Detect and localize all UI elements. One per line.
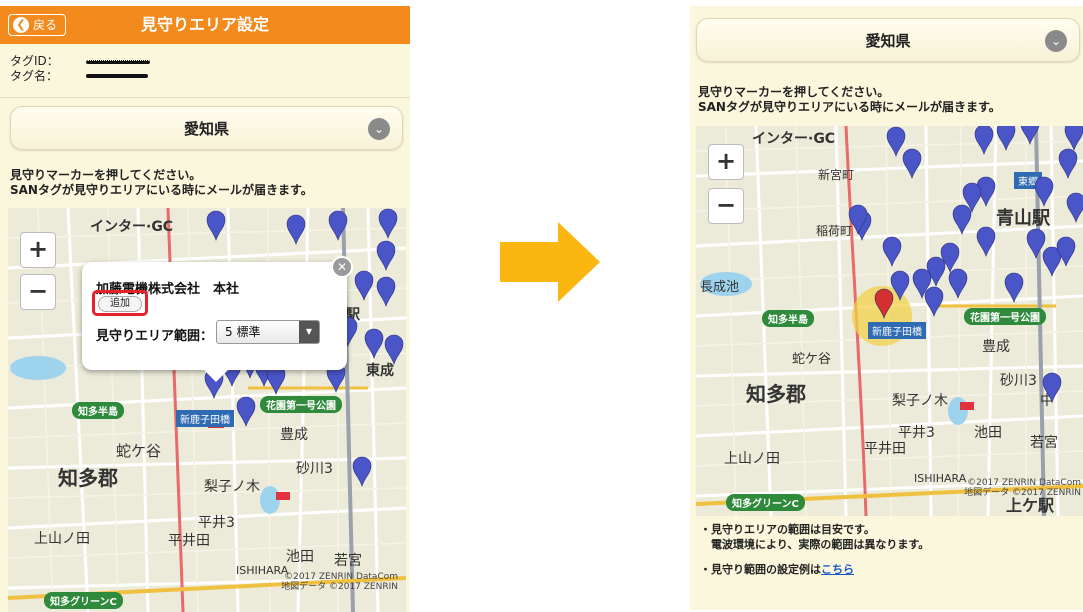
tag-id-redacted [86, 60, 150, 64]
dropdown-arrow-icon: ▼ [299, 321, 319, 343]
add-button[interactable]: 追加 [98, 296, 142, 312]
marker-pin[interactable] [384, 334, 404, 365]
marker-pin[interactable] [924, 286, 944, 317]
right-screen: 愛知県 ⌄ 見守りマーカーを押してください。 SANタグが見守りエリアにいる時に… [690, 6, 1083, 610]
marker-pin[interactable] [1004, 272, 1024, 303]
page-title: 見守りエリア設定 [140, 15, 269, 34]
marker-pin[interactable] [236, 396, 256, 427]
note-line-3: ・見守り範囲の設定例はこちら [700, 562, 929, 577]
marker-pin[interactable] [974, 126, 994, 155]
instruction-line-2: SANタグが見守りエリアにいる時にメールが届きます。 [698, 100, 1001, 114]
note-line-1: ・見守りエリアの範囲は目安です。 [700, 523, 875, 536]
marker-pin[interactable] [364, 328, 384, 359]
right-arrow-icon [500, 222, 600, 302]
instruction-line-1: 見守りマーカーを押してください。 [698, 85, 890, 99]
marker-pin[interactable] [1034, 176, 1054, 207]
close-icon[interactable]: ✕ [331, 256, 353, 278]
marker-pin[interactable] [996, 126, 1016, 151]
marker-pin[interactable] [902, 148, 922, 179]
marker-pin[interactable] [886, 126, 906, 157]
note-line-2: 電波環境により、実際の範囲は異なります。 [711, 538, 930, 551]
marker-pin[interactable] [206, 210, 226, 241]
examples-link[interactable]: こちら [821, 563, 854, 576]
marker-pin[interactable] [976, 226, 996, 257]
marker-pin[interactable] [352, 456, 372, 487]
instruction-line-1: 見守りマーカーを押してください。 [10, 168, 202, 182]
selected-marker-pin[interactable] [874, 288, 894, 319]
left-screen: ❮ 戻る 見守りエリア設定 タグID： タグ名： 愛知県 ⌄ 見守りマーカーを押… [0, 6, 410, 612]
header-bar: ❮ 戻る 見守りエリア設定 [0, 6, 410, 44]
note-line-3-prefix: ・見守り範囲の設定例は [700, 563, 821, 576]
tag-id-label: タグID： [10, 54, 59, 68]
tag-name-label: タグ名： [10, 69, 59, 83]
map-pins [848, 126, 1083, 403]
prefecture-value: 愛知県 [183, 120, 229, 138]
prefecture-select[interactable]: 愛知県 ⌄ [696, 18, 1080, 62]
instructions: 見守りマーカーを押してください。 SANタグが見守りエリアにいる時にメールが届き… [698, 85, 1001, 115]
marker-pin[interactable] [948, 268, 968, 299]
map[interactable]: + − インター·GC 新宮町 稲荷町 青山駅 知多半島 蛇ケ谷 知多郡 新鹿子… [696, 126, 1083, 516]
marker-pin[interactable] [1026, 228, 1046, 259]
instruction-line-2: SANタグが見守りエリアにいる時にメールが届きます。 [10, 183, 313, 197]
range-select[interactable]: 5 標準 ▼ [216, 320, 320, 344]
marker-pin[interactable] [328, 210, 348, 241]
marker-pin[interactable] [1066, 192, 1083, 223]
marker-pin[interactable] [376, 240, 396, 271]
marker-popup: ✕ 加藤電機株式会社 本社 追加 見守りエリア範囲： 5 標準 ▼ [82, 256, 353, 382]
tag-info: タグID： タグ名： [0, 44, 410, 98]
popup-tail [204, 370, 228, 382]
marker-pin[interactable] [376, 276, 396, 307]
chevron-down-icon: ⌄ [368, 118, 390, 140]
marker-pin[interactable] [378, 208, 398, 239]
marker-pin[interactable] [1058, 148, 1078, 179]
instructions: 見守りマーカーを押してください。 SANタグが見守りエリアにいる時にメールが届き… [10, 168, 313, 198]
marker-pin[interactable] [286, 214, 306, 245]
notes: ・見守りエリアの範囲は目安です。 電波環境により、実際の範囲は異なります。 ・見… [700, 522, 929, 577]
range-value: 5 標準 [225, 325, 261, 339]
marker-pin[interactable] [1020, 126, 1040, 145]
marker-pin[interactable] [1064, 126, 1083, 151]
marker-pin[interactable] [354, 270, 374, 301]
range-label: 見守りエリア範囲： [96, 329, 214, 344]
tag-name-redacted [86, 74, 148, 78]
marker-pin[interactable] [882, 236, 902, 267]
chevron-down-icon: ⌄ [1045, 30, 1067, 52]
marker-pin[interactable] [952, 204, 972, 235]
marker-pin[interactable] [1042, 372, 1062, 403]
prefecture-select[interactable]: 愛知県 ⌄ [10, 106, 403, 150]
marker-pin[interactable] [890, 270, 910, 301]
prefecture-value: 愛知県 [865, 32, 911, 50]
